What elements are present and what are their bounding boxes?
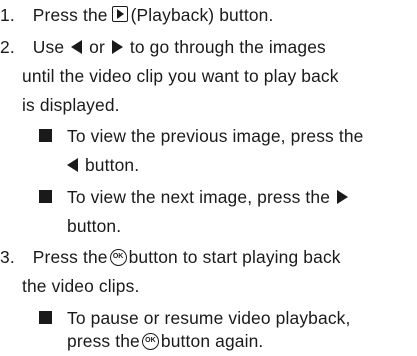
step-text: or (89, 37, 105, 57)
step-text: is displayed. (22, 95, 120, 115)
step-number: 3. (0, 247, 15, 267)
bullet-square (39, 311, 52, 324)
bullet-line: To pause or resume video playback, (67, 308, 351, 328)
step-text: the video clips. (22, 276, 140, 296)
right-arrow-icon (337, 190, 349, 204)
step-2: 2. Use or to go through the images (0, 33, 326, 62)
step-3-continued: the video clips. (22, 272, 139, 301)
bullet-square (39, 190, 52, 203)
ok-icon: OK (109, 249, 127, 266)
left-arrow-icon (71, 40, 83, 54)
step-text: Press the (32, 5, 108, 25)
instruction-page: 1. Press the (Playback) button. 2. Use or… (0, 0, 417, 351)
bullet-line: button. (84, 155, 140, 175)
right-arrow-icon (111, 40, 123, 54)
bullet-line: button. (67, 216, 122, 236)
bullet-text: press the OK button again. (67, 327, 263, 356)
bullet-line: To view the previous image, press the (67, 126, 364, 146)
bullet-square (39, 129, 52, 142)
step-number: 2. (0, 37, 15, 57)
ok-icon: OK (141, 333, 159, 350)
playback-icon (111, 6, 128, 22)
step-text: Press the (32, 247, 108, 267)
step-text: button to start playing back (128, 247, 341, 267)
ok-icon-label: OK (145, 337, 156, 344)
bullet-text: To view the next image, press the (67, 183, 350, 212)
bullet-line: To view the next image, press the (67, 187, 331, 207)
bullet-text: button. (67, 151, 139, 180)
step-2-continued: is displayed. (22, 91, 120, 120)
step-text: Use (32, 37, 65, 57)
ok-icon-label: OK (112, 253, 124, 260)
bullet-line: button again. (160, 331, 264, 351)
step-text: until the video clip you want to play ba… (22, 66, 339, 86)
step-3: 3. Press the OK button to start playing ba… (0, 243, 341, 272)
step-text: to go through the images (129, 37, 326, 57)
bullet-text: button. (67, 212, 121, 241)
step-2-continued: until the video clip you want to play ba… (22, 62, 339, 91)
bullet-line: press the (67, 331, 140, 351)
step-number: 1. (0, 5, 15, 25)
step-1: 1. Press the (Playback) button. (0, 1, 273, 30)
step-text: (Playback) button. (130, 5, 274, 25)
left-arrow-icon (67, 158, 78, 172)
bullet-text: To view the previous image, press the (67, 122, 364, 151)
